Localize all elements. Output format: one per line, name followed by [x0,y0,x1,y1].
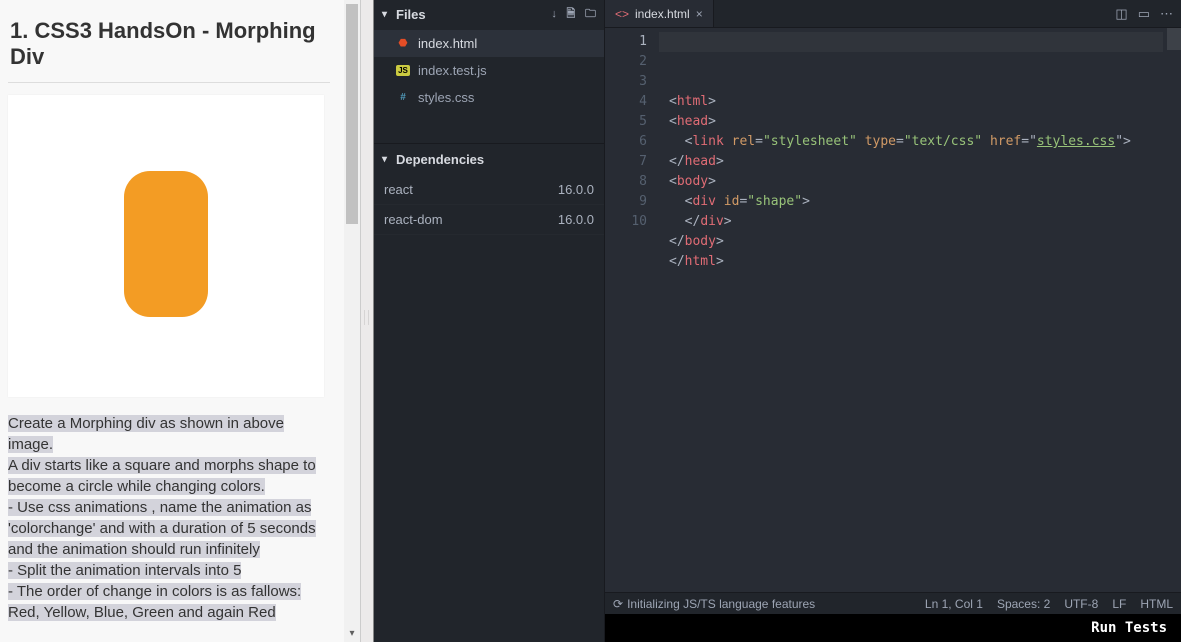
panel-resizer[interactable]: ⋮⋮⋮⋮⋮⋮⋮⋮⋮⋮⋮⋮⋮⋮⋮ [360,0,374,642]
files-header-label: Files [396,7,545,22]
files-section-header[interactable]: ▾ Files ↓ 🗎 🗀 [374,0,604,28]
scroll-thumb[interactable] [346,4,358,224]
html-file-icon: <> [615,7,629,21]
scrollbar[interactable]: ▴ ▾ [344,0,360,642]
instruction-line: - The order of change in colors is as fa… [8,583,301,621]
file-name: index.test.js [418,63,487,78]
instruction-line: A div starts like a square and morphs sh… [8,457,316,495]
dependency-row[interactable]: react16.0.0 [374,175,604,205]
current-line-highlight [659,32,1163,52]
page-title: 1. CSS3 HandsOn - Morphing Div [6,12,350,82]
file-name: styles.css [418,90,474,105]
instruction-line: - Split the animation intervals into 5 [8,562,241,579]
more-icon[interactable]: ⋯ [1160,6,1173,22]
instructions-text: Create a Morphing div as shown in above … [6,403,350,627]
resizer-grip-icon: ⋮⋮⋮⋮⋮⋮⋮⋮⋮⋮⋮⋮⋮⋮⋮ [363,310,371,334]
dep-version: 16.0.0 [558,182,594,197]
editor-area: <> index.html × ◫ ▭ ⋯ 12345678910 <html>… [605,0,1181,642]
dep-version: 16.0.0 [558,212,594,227]
js-file-icon [394,65,412,76]
dep-name: react [384,182,558,197]
instruction-line: - Use css animations , name the animatio… [8,499,316,558]
close-icon[interactable]: × [696,7,703,21]
chevron-down-icon: ▾ [382,154,396,165]
file-item-index-test-js[interactable]: index.test.js [374,57,604,84]
eol[interactable]: LF [1112,597,1126,611]
cursor-position[interactable]: Ln 1, Col 1 [925,597,983,611]
dependencies-list: react16.0.0react-dom16.0.0 [374,175,604,235]
status-bar: ⟳ Initializing JS/TS language features L… [605,592,1181,614]
tab-bar: <> index.html × ◫ ▭ ⋯ [605,0,1181,28]
chevron-down-icon: ▾ [382,9,396,20]
tab-index-html[interactable]: <> index.html × [605,0,714,27]
encoding[interactable]: UTF-8 [1064,597,1098,611]
split-editor-icon[interactable]: ◫ [1115,6,1127,22]
dependency-row[interactable]: react-dom16.0.0 [374,205,604,235]
run-tests-button[interactable]: Run Tests [605,614,1181,642]
status-message: Initializing JS/TS language features [627,597,815,611]
file-list: ⬣ index.html index.test.js # styles.css [374,28,604,113]
indent-setting[interactable]: Spaces: 2 [997,597,1050,611]
morphing-shape [124,171,208,317]
loading-spinner-icon: ⟳ [613,597,623,611]
minimap[interactable] [1163,28,1181,592]
instructions-panel: 1. CSS3 HandsOn - Morphing Div Create a … [0,0,360,642]
tab-label: index.html [635,7,690,21]
toggle-panel-icon[interactable]: ▭ [1138,6,1150,22]
dep-name: react-dom [384,212,558,227]
instruction-line: Create a Morphing div as shown in above … [8,415,284,453]
code-content[interactable]: <html><head> <link rel="stylesheet" type… [659,28,1163,592]
scroll-down-arrow[interactable]: ▾ [346,626,358,642]
dependencies-section-header[interactable]: ▾ Dependencies [374,143,604,175]
language-mode[interactable]: HTML [1140,597,1173,611]
file-name: index.html [418,36,477,51]
divider [8,82,330,83]
new-folder-icon[interactable]: 🗀 [585,8,596,20]
file-item-styles-css[interactable]: # styles.css [374,84,604,111]
file-explorer: ▾ Files ↓ 🗎 🗀 ⬣ index.html index.test.js # s… [374,0,605,642]
file-item-index-html[interactable]: ⬣ index.html [374,30,604,57]
preview-image [8,95,324,397]
html-file-icon: ⬣ [394,38,412,49]
new-file-icon[interactable]: 🗎 [567,8,576,20]
scroll-position-indicator[interactable] [1167,28,1181,50]
line-number-gutter: 12345678910 [605,28,659,592]
deps-header-label: Dependencies [396,152,484,167]
editor-body[interactable]: 12345678910 <html><head> <link rel="styl… [605,28,1181,592]
css-file-icon: # [394,92,412,103]
download-icon[interactable]: ↓ [551,8,557,20]
